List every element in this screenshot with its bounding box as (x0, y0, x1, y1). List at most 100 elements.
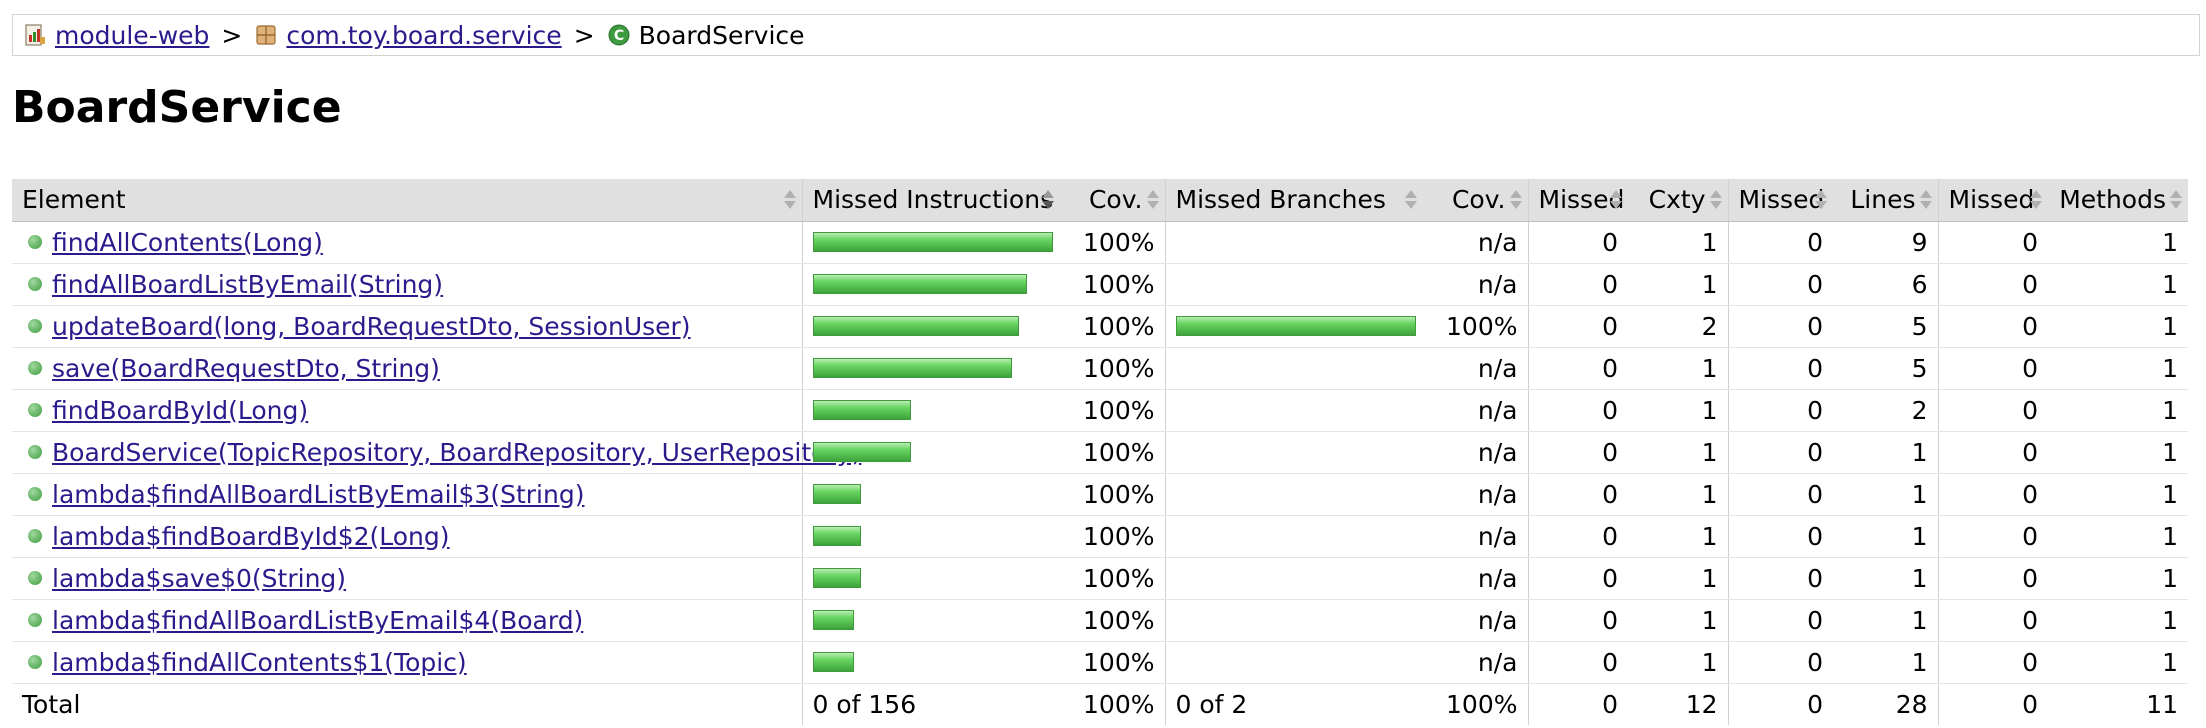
missed-cxty-cell: 0 (1527, 473, 1628, 516)
header-missed-lines[interactable]: Missed (1727, 179, 1833, 222)
header-lines[interactable]: Lines (1833, 179, 1938, 222)
header-missed-instructions[interactable]: Missed Instructions (801, 179, 1060, 222)
element-link[interactable]: save(BoardRequestDto, String) (52, 354, 440, 383)
missed-lines-cell: 0 (1727, 389, 1833, 432)
element-link[interactable]: findAllBoardListByEmail(String) (52, 270, 443, 299)
sort-icon (1919, 190, 1932, 210)
branches-cov-cell: n/a (1423, 263, 1528, 306)
instructions-coverage-bar (812, 358, 1051, 378)
branches-cov-cell: n/a (1423, 473, 1528, 516)
element-link[interactable]: BoardService(TopicRepository, BoardRepos… (52, 438, 861, 467)
missed-instructions-cell (801, 473, 1060, 516)
lines-cell: 5 (1833, 347, 1938, 390)
branches-cov-cell: n/a (1423, 557, 1528, 600)
instructions-cov-cell: 100% (1060, 431, 1165, 474)
table-row: lambda$findBoardById$2(Long) 100% n/a 0 1 0 1 0… (12, 515, 2188, 558)
breadcrumb-item-package[interactable]: com.toy.board.service (254, 21, 562, 50)
methods-cell: 1 (2048, 389, 2188, 432)
total-row: Total 0 of 156 100% 0 of 2 100% 0 12 0 2… (12, 682, 2188, 725)
element-link[interactable]: lambda$findAllBoardListByEmail$4(Board) (52, 606, 583, 635)
missed-lines-cell: 0 (1727, 557, 1833, 600)
element-link[interactable]: lambda$findBoardById$2(Long) (52, 522, 450, 551)
missed-lines-cell: 0 (1727, 263, 1833, 306)
element-cell: lambda$save$0(String) (12, 557, 802, 600)
cxty-cell: 1 (1628, 641, 1728, 684)
method-covered-icon (28, 487, 42, 501)
branches-cov-cell: n/a (1423, 221, 1528, 264)
element-link[interactable]: updateBoard(long, BoardRequestDto, Sessi… (52, 312, 691, 341)
header-cxty[interactable]: Cxty (1628, 179, 1728, 222)
method-covered-icon (28, 445, 42, 459)
method-covered-icon (28, 571, 42, 585)
instructions-cov-cell: 100% (1060, 599, 1165, 642)
missed-methods-cell: 0 (1937, 305, 2048, 348)
methods-cell: 1 (2048, 431, 2188, 474)
missed-cxty-cell: 0 (1527, 431, 1628, 474)
total-missed-branches: 0 of 2 (1164, 682, 1423, 725)
missed-instructions-cell (801, 599, 1060, 642)
cxty-cell: 1 (1628, 389, 1728, 432)
element-link[interactable]: lambda$save$0(String) (52, 564, 346, 593)
element-cell: lambda$findAllBoardListByEmail$4(Board) (12, 599, 802, 642)
total-missed-methods: 0 (1937, 682, 2048, 725)
table-row: lambda$findAllContents$1(Topic) 100% n/a 0 1… (12, 641, 2188, 684)
missed-branches-cell (1164, 347, 1423, 390)
element-link[interactable]: findAllContents(Long) (52, 228, 323, 257)
header-missed-branches[interactable]: Missed Branches (1164, 179, 1423, 222)
element-link[interactable]: lambda$findAllBoardListByEmail$3(String) (52, 480, 584, 509)
instructions-coverage-bar (812, 274, 1051, 294)
table-row: lambda$save$0(String) 100% n/a 0 1 0 1 0 1 (12, 557, 2188, 600)
missed-instructions-cell (801, 557, 1060, 600)
sort-icon (1815, 190, 1827, 210)
cxty-cell: 1 (1628, 515, 1728, 558)
missed-methods-cell: 0 (1937, 473, 2048, 516)
total-missed-instructions: 0 of 156 (801, 682, 1060, 725)
header-branches-cov[interactable]: Cov. (1423, 179, 1528, 222)
instructions-coverage-bar (812, 610, 1051, 630)
missed-branches-cell (1164, 641, 1423, 684)
total-cxty: 12 (1628, 682, 1728, 725)
branches-cov-cell: n/a (1423, 347, 1528, 390)
missed-methods-cell: 0 (1937, 221, 2048, 264)
breadcrumb-item-report[interactable]: module-web (23, 21, 209, 50)
header-missed-cxty[interactable]: Missed (1527, 179, 1628, 222)
instructions-coverage-bar-fill (812, 400, 911, 420)
branches-cov-cell: n/a (1423, 641, 1528, 684)
header-methods[interactable]: Methods (2048, 179, 2188, 222)
breadcrumb-link-module-web[interactable]: module-web (55, 21, 209, 50)
total-instructions-cov: 100% (1060, 682, 1165, 725)
report-icon (25, 24, 45, 46)
lines-cell: 1 (1833, 473, 1938, 516)
table-row: save(BoardRequestDto, String) 100% n/a 0 1 0 5… (12, 347, 2188, 390)
element-cell: updateBoard(long, BoardRequestDto, Sessi… (12, 305, 802, 348)
method-covered-icon (28, 361, 42, 375)
instructions-cov-cell: 100% (1060, 305, 1165, 348)
instructions-coverage-bar (812, 316, 1051, 336)
sort-icon (1405, 190, 1417, 210)
package-icon (256, 25, 276, 45)
element-link[interactable]: findBoardById(Long) (52, 396, 308, 425)
total-label: Total (12, 682, 802, 725)
instructions-coverage-bar-fill (812, 526, 861, 546)
missed-lines-cell: 0 (1727, 305, 1833, 348)
element-cell: findBoardById(Long) (12, 389, 802, 432)
element-link[interactable]: lambda$findAllContents$1(Topic) (52, 648, 467, 677)
header-instructions-cov[interactable]: Cov. (1060, 179, 1165, 222)
methods-cell: 1 (2048, 599, 2188, 642)
methods-cell: 1 (2048, 221, 2188, 264)
element-cell: save(BoardRequestDto, String) (12, 347, 802, 390)
breadcrumb-link-package[interactable]: com.toy.board.service (286, 21, 561, 50)
instructions-coverage-bar-fill (812, 484, 861, 504)
cxty-cell: 1 (1628, 473, 1728, 516)
lines-cell: 6 (1833, 263, 1938, 306)
header-element[interactable]: Element (12, 179, 802, 222)
instructions-coverage-bar-fill (812, 358, 1012, 378)
header-missed-methods[interactable]: Missed (1937, 179, 2048, 222)
methods-cell: 1 (2048, 473, 2188, 516)
total-lines: 28 (1833, 682, 1938, 725)
element-cell: lambda$findAllBoardListByEmail$3(String) (12, 473, 802, 516)
breadcrumb-separator: > (573, 20, 595, 50)
missed-lines-cell: 0 (1727, 515, 1833, 558)
method-covered-icon (28, 403, 42, 417)
missed-methods-cell: 0 (1937, 263, 2048, 306)
